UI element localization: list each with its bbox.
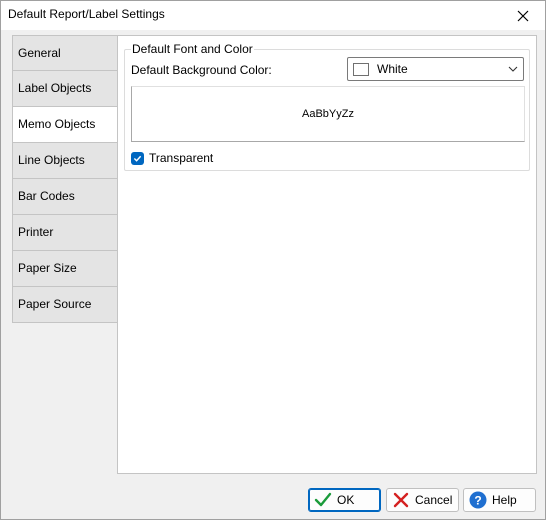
- svg-text:?: ?: [474, 494, 481, 508]
- tab-strip: General Label Objects Memo Objects Line …: [12, 35, 118, 323]
- tab-line-objects[interactable]: Line Objects: [12, 143, 118, 179]
- tab-label-objects[interactable]: Label Objects: [12, 71, 118, 107]
- color-swatch: [353, 63, 369, 76]
- ok-label: OK: [337, 493, 355, 507]
- checkmark-icon: [314, 492, 332, 507]
- close-icon: [517, 10, 529, 21]
- tab-paper-size[interactable]: Paper Size: [12, 251, 118, 287]
- cancel-x-icon: [393, 492, 409, 508]
- font-preview: AaBbYyZz: [131, 86, 525, 142]
- transparent-label[interactable]: Transparent: [149, 151, 213, 165]
- tab-memo-objects[interactable]: Memo Objects: [12, 107, 118, 143]
- cancel-label: Cancel: [415, 493, 453, 507]
- tab-general[interactable]: General: [12, 35, 118, 71]
- bg-color-select[interactable]: White: [347, 57, 524, 81]
- ok-button[interactable]: OK: [308, 488, 381, 512]
- dialog-title: Default Report/Label Settings: [8, 7, 165, 21]
- close-button[interactable]: [501, 1, 545, 30]
- tab-bar-codes[interactable]: Bar Codes: [12, 179, 118, 215]
- help-button[interactable]: ? Help: [463, 488, 536, 512]
- title-bar: Default Report/Label Settings: [1, 1, 545, 30]
- tab-content-panel: Default Font and Color Default Backgroun…: [117, 35, 537, 474]
- transparent-checkbox[interactable]: [131, 152, 144, 165]
- help-icon: ?: [469, 491, 487, 509]
- settings-dialog: Default Report/Label Settings General La…: [0, 0, 546, 520]
- tab-paper-source[interactable]: Paper Source: [12, 287, 118, 323]
- help-label: Help: [492, 493, 517, 507]
- tab-printer[interactable]: Printer: [12, 215, 118, 251]
- group-title: Default Font and Color: [131, 42, 254, 56]
- bg-color-label: Default Background Color:: [131, 63, 272, 77]
- cancel-button[interactable]: Cancel: [386, 488, 459, 512]
- chevron-down-icon: [508, 66, 518, 72]
- bg-color-value: White: [377, 62, 408, 76]
- check-icon: [133, 155, 142, 162]
